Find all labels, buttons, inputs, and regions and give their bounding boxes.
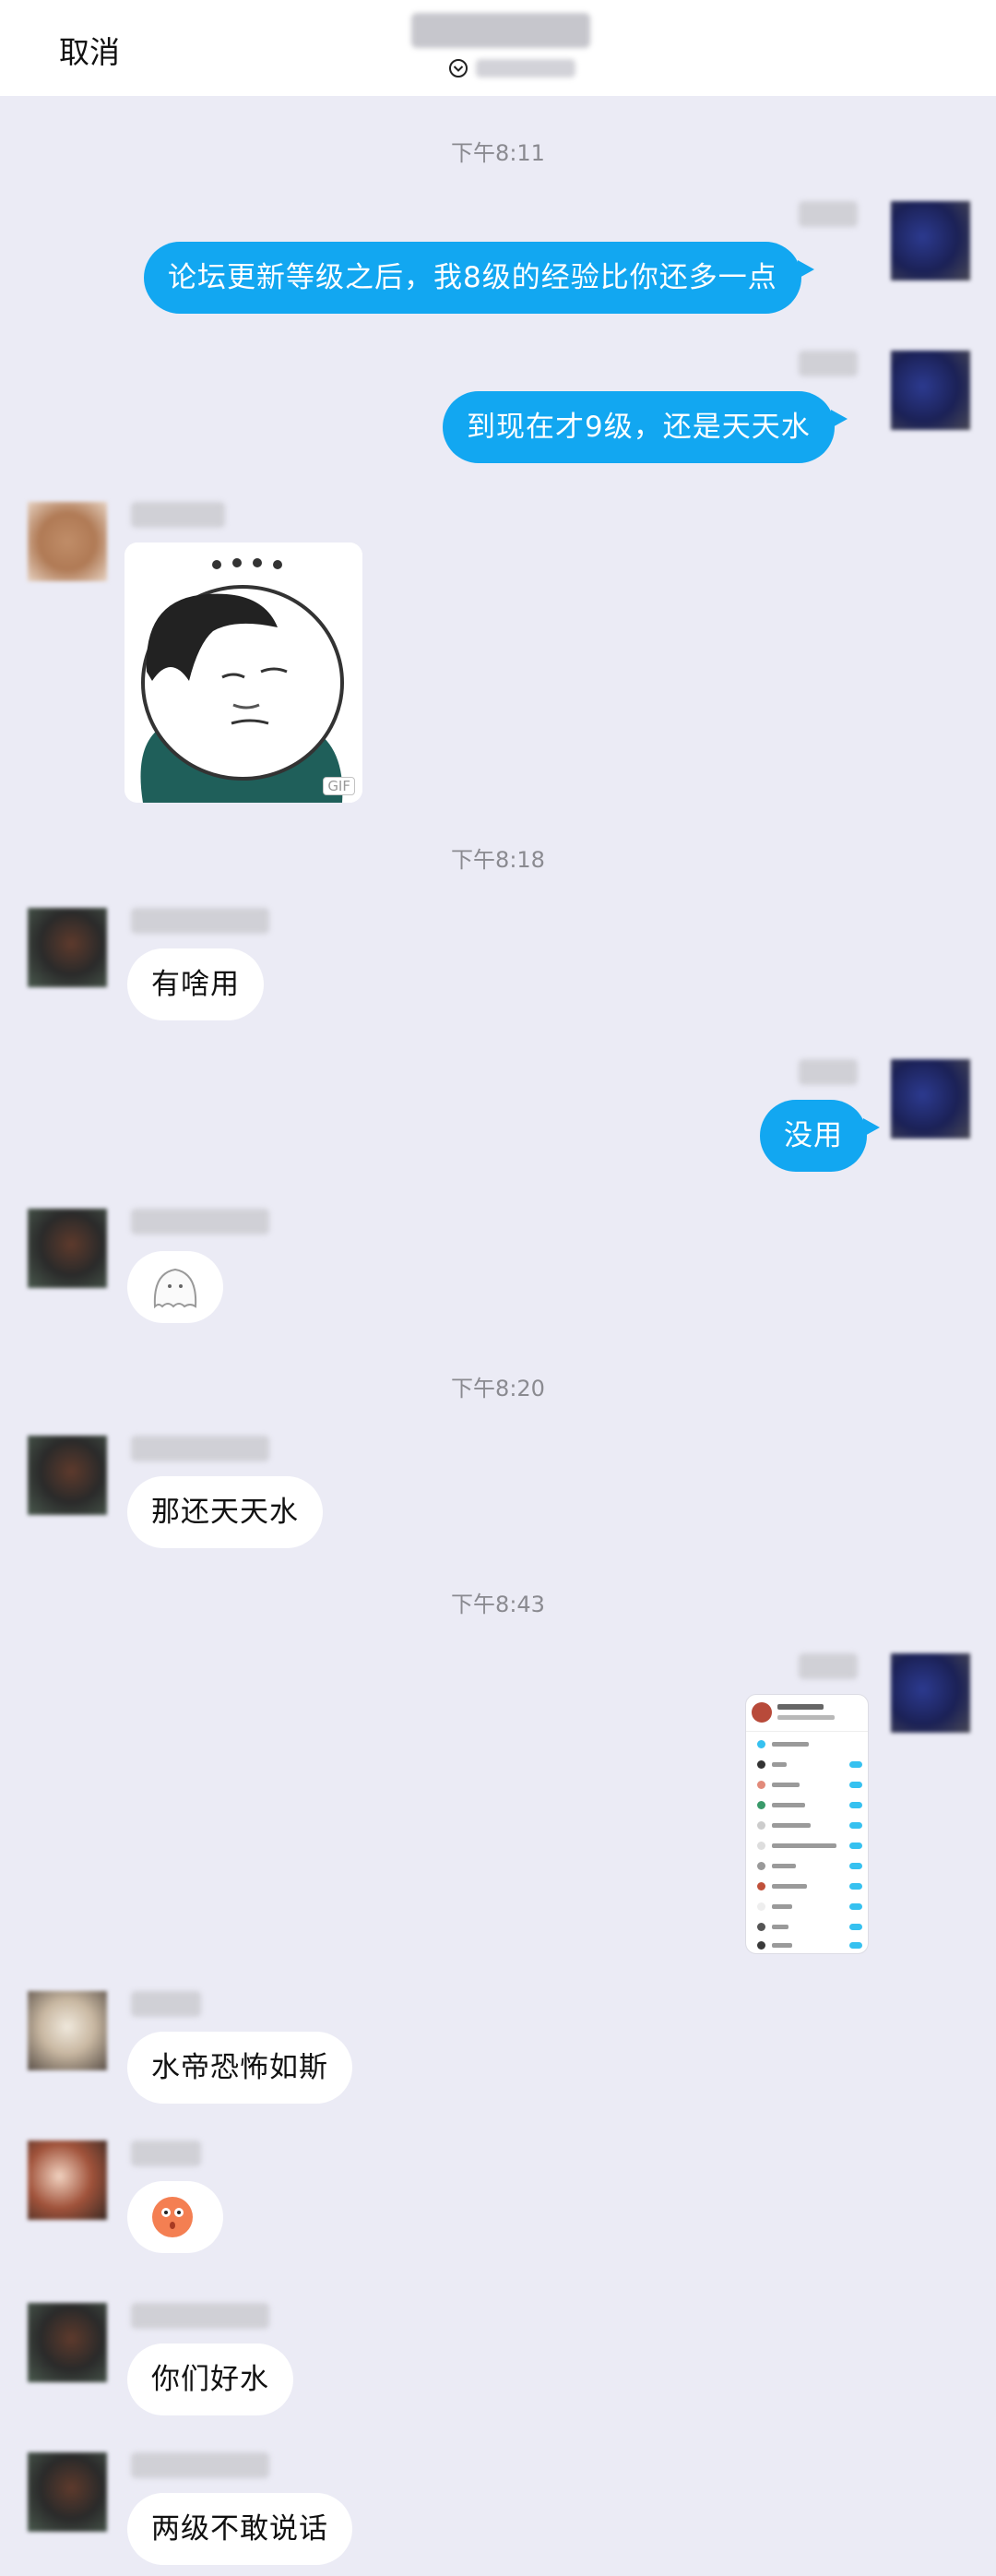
gif-badge: GIF	[323, 777, 355, 795]
avatar[interactable]	[28, 908, 107, 987]
avatar[interactable]	[891, 201, 970, 280]
list-item	[752, 1861, 864, 1872]
message-bubble[interactable]	[127, 1251, 223, 1323]
meme-face-image	[125, 543, 362, 803]
message-bubble[interactable]: 到现在才9级，还是天天水	[443, 391, 848, 463]
text-line	[777, 1715, 835, 1720]
avatar[interactable]	[891, 351, 970, 430]
timestamp: 下午8:11	[451, 140, 545, 166]
cancel-button[interactable]: 取消	[59, 28, 120, 72]
sender-name-blurred	[131, 2303, 269, 2329]
message-bubble[interactable]: 你们好水	[127, 2343, 293, 2415]
chat-title-blurred	[411, 13, 590, 48]
list-item	[752, 1940, 864, 1951]
avatar[interactable]	[28, 1436, 107, 1515]
chat-subtitle[interactable]	[448, 55, 575, 81]
sender-name-blurred	[799, 351, 858, 376]
timestamp: 下午8:20	[451, 1376, 545, 1401]
avatar[interactable]	[28, 1991, 107, 2070]
sender-name-blurred	[131, 502, 225, 528]
list-item	[752, 1922, 864, 1933]
avatar[interactable]	[28, 2141, 107, 2220]
chevron-down-circle-icon[interactable]	[448, 58, 468, 78]
message-bubble[interactable]: 没用	[760, 1100, 880, 1172]
list-item	[752, 1841, 864, 1852]
screenshot-header	[746, 1695, 868, 1732]
sender-name-blurred	[131, 908, 269, 934]
sender-name-blurred	[799, 1653, 858, 1679]
sender-name-blurred	[131, 1209, 269, 1234]
list-item	[752, 1881, 864, 1892]
sender-name-blurred	[799, 1059, 858, 1085]
list-item	[752, 1902, 864, 1913]
timestamp: 下午8:43	[451, 1592, 545, 1617]
subtitle-blurred	[476, 59, 575, 78]
list-item	[752, 1820, 864, 1831]
message-bubble[interactable]: 两级不敢说话	[127, 2493, 352, 2565]
surprised-face-emoji-icon	[152, 2197, 193, 2237]
sender-name-blurred	[131, 1436, 269, 1461]
message-bubble[interactable]: 那还天天水	[127, 1476, 323, 1548]
list-item	[752, 1739, 864, 1750]
avatar[interactable]	[28, 1209, 107, 1288]
screenshot-image[interactable]	[745, 1694, 869, 1954]
timestamp: 下午8:18	[451, 847, 545, 873]
avatar[interactable]	[891, 1059, 970, 1139]
sender-name-blurred	[799, 201, 858, 227]
ghost-emoji-icon	[153, 1268, 197, 1309]
avatar	[752, 1702, 772, 1723]
sender-name-blurred	[131, 2141, 201, 2166]
text-line	[777, 1704, 824, 1710]
list-item	[752, 1759, 864, 1771]
list-item	[752, 1780, 864, 1791]
message-bubble[interactable]: 水帝恐怖如斯	[127, 2032, 352, 2104]
sender-name-blurred	[131, 2452, 269, 2478]
avatar[interactable]	[28, 2452, 107, 2532]
avatar[interactable]	[891, 1653, 970, 1733]
message-bubble[interactable]	[127, 2181, 223, 2253]
sender-name-blurred	[131, 1991, 201, 2017]
sticker-image[interactable]: GIF	[125, 543, 362, 803]
avatar[interactable]	[28, 2303, 107, 2382]
avatar[interactable]	[28, 502, 107, 581]
message-bubble[interactable]: 论坛更新等级之后，我8级的经验比你还多一点	[144, 242, 814, 314]
message-bubble[interactable]: 有啥用	[127, 948, 264, 1020]
list-item	[752, 1800, 864, 1811]
top-bar: 取消	[0, 0, 996, 96]
